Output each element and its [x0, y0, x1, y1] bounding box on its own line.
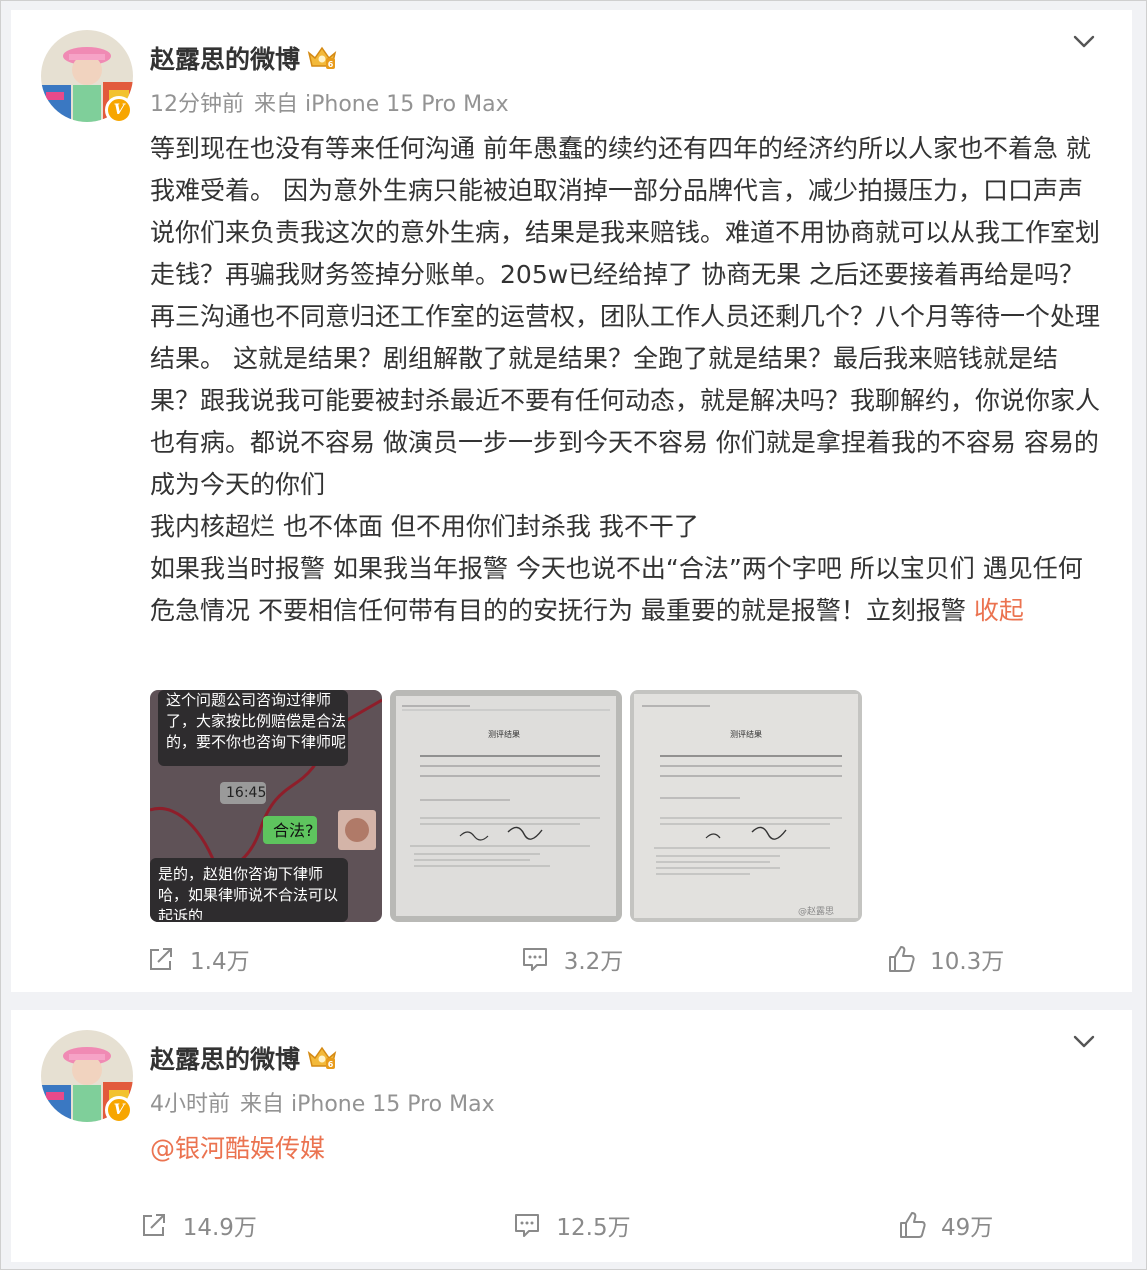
vip-crown-icon[interactable]: 6: [306, 1044, 338, 1072]
post-body: @银河酷娱传媒: [150, 1128, 1105, 1170]
comment-button[interactable]: 12.5万: [385, 1210, 759, 1241]
image-thumb-chat[interactable]: 这个问题公司咨询过律师了，大家按比例赔偿是合法的，要不你也咨询下律师呢 16:4…: [150, 690, 382, 922]
action-bar: 1.4万 3.2万 10.3万: [11, 944, 1132, 975]
repost-count: 1.4万: [190, 949, 250, 975]
chat-message: 是的，赵姐你咨询下律师哈，如果律师说不合法可以起诉的: [158, 865, 339, 920]
collapse-link[interactable]: 收起: [974, 596, 1024, 625]
repost-count: 14.9万: [182, 1215, 257, 1241]
image-thumb-document[interactable]: 测评结果: [390, 690, 622, 922]
document-title: 测评结果: [730, 730, 762, 739]
mention-link[interactable]: @银河酷娱传媒: [150, 1134, 325, 1163]
comment-count: 12.5万: [556, 1215, 631, 1241]
repost-button[interactable]: 1.4万: [11, 944, 385, 975]
post-body: 等到现在也没有等来任何沟通 前年愚蠢的续约还有四年的经济约所以人家也不着急 就我…: [150, 128, 1105, 632]
author-name[interactable]: 赵露思的微博: [150, 40, 300, 76]
chat-message: 这个问题公司咨询过律师了，大家按比例赔偿是合法的，要不你也咨询下律师呢: [166, 691, 346, 751]
like-button[interactable]: 49万: [758, 1210, 1132, 1241]
post-source: 来自 iPhone 15 Pro Max: [240, 1092, 495, 1117]
post-paragraph: 如果我当时报警 如果我当年报警 今天也说不出“合法”两个字吧 所以宝贝们 遇见任…: [150, 554, 1083, 625]
like-icon: [889, 946, 915, 972]
verified-badge-icon: V: [105, 1096, 133, 1124]
chevron-down-icon[interactable]: [1070, 1028, 1098, 1056]
image-thumb-document[interactable]: 测评结果 @赵露思: [630, 690, 862, 922]
author-name[interactable]: 赵露思的微博: [150, 1040, 300, 1076]
repost-button[interactable]: 14.9万: [11, 1210, 385, 1241]
comment-icon: [515, 1214, 540, 1237]
weibo-post-1: V 赵露思的微博 6 12分钟前 来自 iPhone 15 Pro Max 等到现…: [11, 10, 1132, 992]
chat-time: 16:45: [226, 785, 267, 801]
comment-count: 3.2万: [563, 949, 624, 975]
verified-badge-icon: V: [105, 96, 133, 124]
post-paragraph: 我内核超烂 也不体面 但不用你们封杀我 我不干了: [150, 512, 699, 541]
repost-icon: [150, 948, 173, 970]
post-source: 来自 iPhone 15 Pro Max: [254, 92, 509, 117]
like-icon: [900, 1212, 926, 1238]
vip-crown-icon[interactable]: 6: [306, 44, 338, 72]
post-time: 12分钟前: [150, 92, 244, 117]
comment-button[interactable]: 3.2万: [385, 944, 759, 975]
post-time: 4小时前: [150, 1092, 230, 1117]
chevron-down-icon[interactable]: [1070, 28, 1098, 56]
svg-text:6: 6: [328, 1060, 334, 1069]
like-button[interactable]: 10.3万: [758, 944, 1132, 975]
repost-icon: [142, 1214, 165, 1236]
watermark: @赵露思: [798, 907, 835, 917]
document-title: 测评结果: [488, 730, 520, 739]
weibo-post-2: V 赵露思的微博 6 4小时前 来自 iPhone 15 Pro Max @银河酷…: [11, 1010, 1132, 1262]
like-count: 49万: [941, 1215, 994, 1241]
post-paragraph: 等到现在也没有等来任何沟通 前年愚蠢的续约还有四年的经济约所以人家也不着急 就我…: [150, 134, 1101, 499]
comment-icon: [522, 948, 547, 971]
chat-message: 合法?: [273, 821, 314, 840]
svg-text:6: 6: [328, 60, 334, 69]
like-count: 10.3万: [930, 949, 1005, 975]
image-grid: 这个问题公司咨询过律师了，大家按比例赔偿是合法的，要不你也咨询下律师呢 16:4…: [150, 690, 862, 922]
action-bar: 14.9万 12.5万 49万: [11, 1210, 1132, 1241]
